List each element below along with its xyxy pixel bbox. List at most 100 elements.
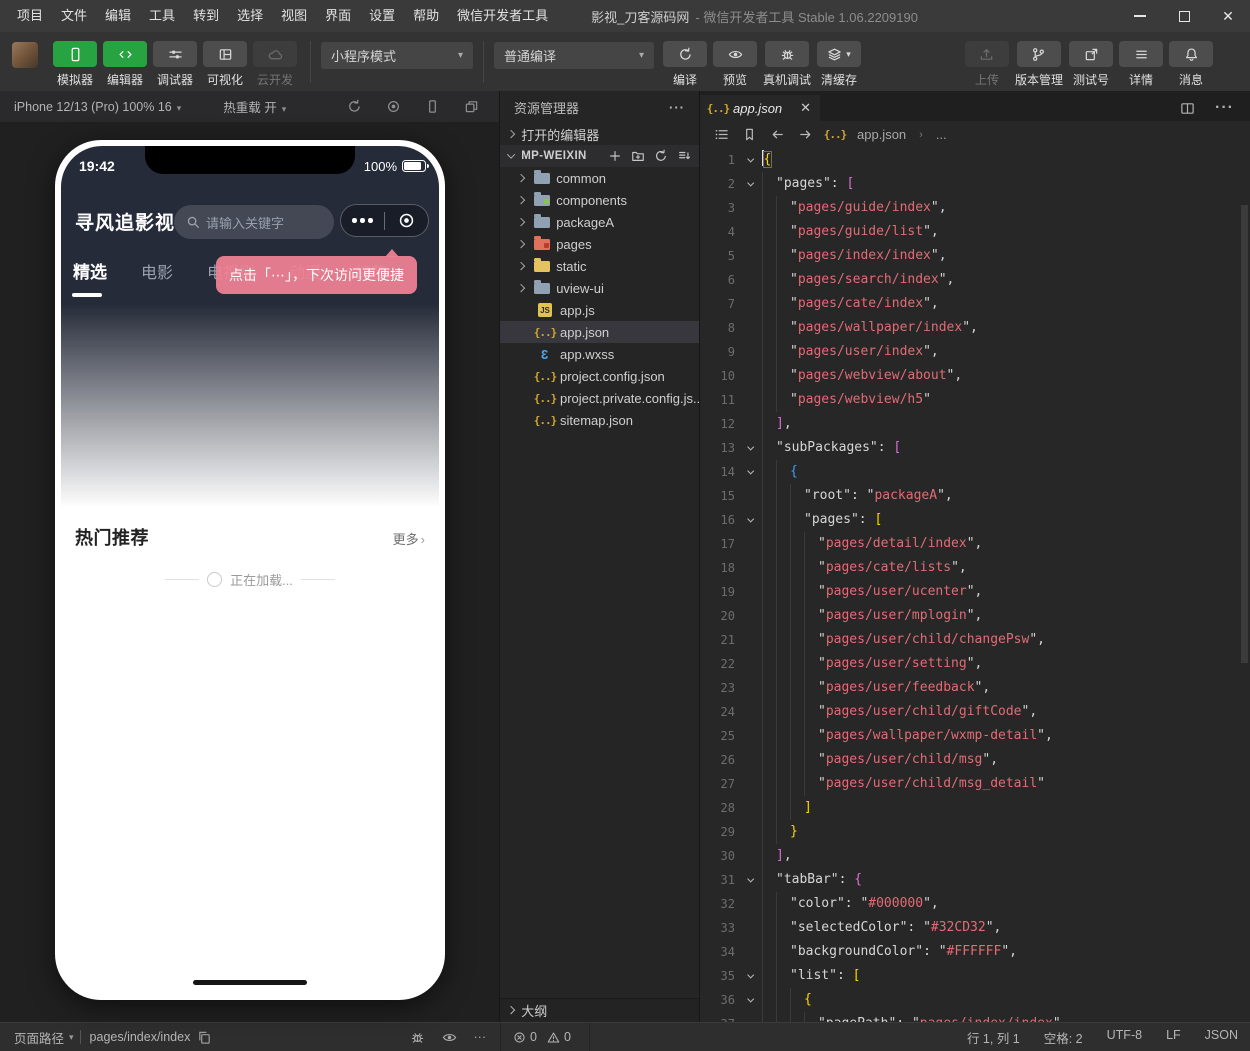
compile-button[interactable]: 编译 (663, 41, 707, 88)
device-icon[interactable] (425, 99, 440, 114)
watch-icon[interactable] (442, 1030, 457, 1045)
fold-chevron[interactable] (740, 868, 762, 892)
hot-reload-toggle[interactable]: 热重载 开▾ (223, 97, 286, 116)
close-button[interactable]: ✕ (1206, 0, 1250, 32)
tree-folder-uview-ui[interactable]: uview-ui (500, 277, 699, 299)
editor-more-button[interactable]: ··· (1215, 99, 1234, 117)
upload-button[interactable]: 上传 (965, 41, 1009, 88)
phone-tab-item[interactable]: 电影 (139, 253, 175, 289)
status-right-item-1[interactable]: 空格: 2 (1044, 1028, 1083, 1047)
editor-button[interactable]: 编辑器 (103, 41, 147, 88)
tree-file-app.json[interactable]: {..}app.json (500, 321, 699, 343)
details-button[interactable]: 详情 (1119, 41, 1163, 88)
simulator-button[interactable]: 模拟器 (53, 41, 97, 88)
code-editor[interactable]: 1 { 2 "pages": [ 3 "pages/guide/index", … (700, 148, 1250, 1022)
page-path-label[interactable]: 页面路径 (14, 1028, 64, 1047)
version-manage-button[interactable]: 版本管理 (1015, 41, 1063, 88)
menu-item-4[interactable]: 转到 (184, 0, 228, 32)
project-root-row[interactable]: MP-WEIXIN (500, 145, 699, 167)
fold-chevron[interactable] (740, 148, 762, 172)
clear-cache-button[interactable]: ▾ 清缓存 (817, 41, 861, 88)
code-line-19: 19 "pages/user/ucenter", (700, 580, 1250, 604)
navigate-back-icon[interactable] (770, 127, 785, 142)
folderplus-icon[interactable] (631, 149, 645, 163)
split-editor-icon[interactable] (1180, 101, 1195, 116)
windows-icon[interactable] (464, 99, 479, 114)
minimize-button[interactable] (1118, 0, 1162, 32)
open-editors-section[interactable]: 打开的编辑器 (500, 123, 699, 145)
tree-folder-static[interactable]: static (500, 255, 699, 277)
tree-file-project.private.config.js...[interactable]: {..}project.private.config.js... (500, 387, 699, 409)
menu-item-7[interactable]: 界面 (316, 0, 360, 32)
breadcrumb-rest[interactable]: ... (936, 127, 947, 142)
menu-item-5[interactable]: 选择 (228, 0, 272, 32)
compile-select[interactable]: 普通编译 ▾ (494, 42, 654, 69)
tree-folder-common[interactable]: common (500, 167, 699, 189)
editor-scrollbar[interactable] (1241, 205, 1248, 1022)
json-file-icon: {..} (536, 370, 554, 383)
status-right-item-3[interactable]: LF (1166, 1028, 1181, 1047)
rotate-icon[interactable] (654, 149, 668, 163)
tree-folder-packageA[interactable]: packageA (500, 211, 699, 233)
user-avatar[interactable] (12, 42, 38, 68)
menu-item-1[interactable]: 文件 (52, 0, 96, 32)
visualizer-button[interactable]: 可视化 (203, 41, 247, 88)
menu-item-9[interactable]: 帮助 (404, 0, 448, 32)
tree-file-project.config.json[interactable]: {..}project.config.json (500, 365, 699, 387)
status-right-item-0[interactable]: 行 1, 列 1 (967, 1028, 1020, 1047)
cloud-dev-button[interactable]: 云开发 (253, 41, 297, 88)
device-select[interactable]: iPhone 12/13 (Pro) 100% 16▾ (0, 100, 181, 114)
debug-icon[interactable] (410, 1030, 425, 1045)
status-right-item-4[interactable]: JSON (1205, 1028, 1238, 1047)
messages-button[interactable]: 消息 (1169, 41, 1213, 88)
fold-chevron[interactable] (740, 508, 762, 532)
fold-chevron[interactable] (740, 460, 762, 484)
mode-select[interactable]: 小程序模式 ▾ (321, 42, 473, 69)
preview-button[interactable]: 预览 (713, 41, 757, 88)
bell-icon (1184, 47, 1199, 62)
problems-summary[interactable]: 0 0 (501, 1030, 589, 1044)
tree-file-app.wxss[interactable]: 3app.wxss (500, 343, 699, 365)
bookmark-icon[interactable] (742, 127, 757, 142)
menu-item-10[interactable]: 微信开发者工具 (448, 0, 557, 32)
navigate-forward-icon[interactable] (798, 127, 813, 142)
close-miniapp-button[interactable] (385, 212, 428, 229)
plus-icon[interactable] (608, 149, 622, 163)
status-right-item-2[interactable]: UTF-8 (1107, 1028, 1142, 1047)
fold-chevron[interactable] (740, 988, 762, 1012)
breadcrumb-file[interactable]: app.json (857, 127, 906, 142)
outline-section[interactable]: 大纲 (500, 998, 699, 1022)
chevron-down-icon: ▾ (846, 49, 851, 60)
minimize-icon (1134, 15, 1146, 17)
rotate-icon[interactable] (347, 99, 362, 114)
remote-debug-button[interactable]: 真机调试 (763, 41, 811, 88)
fold-chevron[interactable] (740, 172, 762, 196)
test-account-button[interactable]: 测试号 (1069, 41, 1113, 88)
menu-item-3[interactable]: 工具 (140, 0, 184, 32)
search-input[interactable]: 请输入关键字 (174, 205, 334, 239)
menu-item-2[interactable]: 编辑 (96, 0, 140, 32)
tab-close-icon[interactable]: ✕ (800, 100, 811, 116)
tree-file-app.js[interactable]: JSapp.js (500, 299, 699, 321)
project-root-label: MP-WEIXIN (521, 150, 587, 162)
tree-file-sitemap.json[interactable]: {..}sitemap.json (500, 409, 699, 431)
menu-item-6[interactable]: 视图 (272, 0, 316, 32)
outline-list-icon[interactable] (714, 127, 729, 142)
more-link[interactable]: 更多› (393, 529, 425, 548)
tree-folder-components[interactable]: components (500, 189, 699, 211)
debugger-button[interactable]: 调试器 (153, 41, 197, 88)
collapse-icon[interactable] (677, 149, 691, 163)
menu-item-0[interactable]: 项目 (8, 0, 52, 32)
explorer-more-button[interactable]: ··· (669, 100, 685, 115)
fold-chevron[interactable] (740, 436, 762, 460)
more-menu-button[interactable] (341, 218, 384, 223)
tree-folder-pages[interactable]: pages (500, 233, 699, 255)
record-icon[interactable] (386, 99, 401, 114)
maximize-button[interactable] (1162, 0, 1206, 32)
menu-item-8[interactable]: 设置 (360, 0, 404, 32)
copy-icon[interactable] (197, 1030, 212, 1045)
status-more-button[interactable]: ··· (474, 1030, 487, 1045)
fold-chevron[interactable] (740, 964, 762, 988)
tab-app-json[interactable]: {..} app.json ✕ (700, 95, 820, 121)
phone-tab-active[interactable]: 精选 (71, 252, 109, 289)
